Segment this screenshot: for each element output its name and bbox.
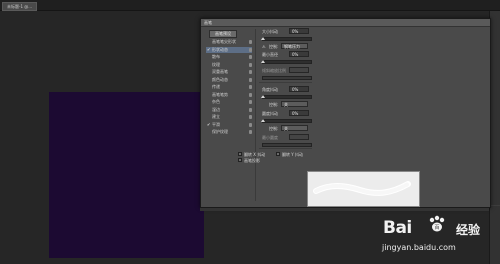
brush-setting-label: 形状动态	[212, 46, 228, 52]
paw-icon: 百	[429, 215, 445, 232]
roundness-jitter-slider[interactable]	[262, 119, 312, 123]
size-jitter-slider[interactable]	[262, 37, 312, 41]
brush-setting-label: 画笔笔势	[212, 91, 228, 97]
control-dropdown-3[interactable]: 关	[281, 125, 308, 131]
lock-icon[interactable]	[249, 62, 252, 67]
section-separator	[259, 82, 312, 83]
lock-icon[interactable]	[249, 122, 252, 127]
lock-icon[interactable]	[249, 77, 252, 82]
brush-stroke-preview	[307, 171, 420, 207]
brush-setting-label: 保护纹理	[212, 129, 228, 134]
watermark-jingyan: 经验	[456, 223, 481, 237]
panel-divider	[490, 205, 500, 206]
flip-y-label: 翻转 Y 抖动	[282, 152, 303, 157]
size-jitter-value[interactable]: 0%	[289, 28, 309, 34]
brush-setting-label: 传递	[212, 84, 220, 89]
angle-jitter-label: 角度抖动	[262, 87, 278, 92]
lock-icon[interactable]	[249, 100, 252, 104]
document-canvas[interactable]	[49, 92, 204, 258]
lock-icon[interactable]	[249, 40, 252, 44]
tilt-scale-label: 倾斜缩放比例	[262, 68, 286, 73]
brush-stroke-graphic	[313, 181, 411, 196]
min-diameter-slider-thumb[interactable]	[261, 60, 265, 63]
tilt-scale-value[interactable]	[289, 67, 309, 73]
brush-panel-title: 画笔	[204, 20, 212, 25]
control-dropdown-2[interactable]: 关	[281, 101, 308, 107]
brush-setting-item[interactable]: 杂色	[206, 99, 252, 105]
min-diameter-value[interactable]: 0%	[289, 51, 309, 57]
brush-projection-checkbox[interactable]	[238, 158, 242, 162]
flip-x-checkbox[interactable]	[238, 152, 242, 156]
min-roundness-label: 最小圆度	[262, 135, 278, 140]
watermark-logo-text: Bai	[383, 218, 412, 238]
angle-jitter-slider[interactable]	[262, 95, 312, 99]
lock-icon[interactable]	[249, 47, 252, 52]
lock-icon[interactable]	[249, 85, 252, 89]
lock-icon[interactable]	[249, 107, 252, 112]
document-tab[interactable]: 未标题-1 @...	[2, 2, 38, 11]
brush-setting-item[interactable]: 画笔笔势	[206, 92, 252, 98]
brush-setting-item[interactable]: 建立	[206, 114, 252, 120]
brush-setting-label: 纹理	[212, 61, 220, 67]
lock-icon[interactable]	[249, 70, 252, 74]
workspace-scrollbar[interactable]	[200, 208, 489, 211]
brush-setting-item[interactable]: ✔ 形状动态	[206, 46, 252, 53]
brush-presets-button[interactable]: 画笔预设	[209, 30, 237, 38]
brush-setting-label: 湿边	[212, 106, 220, 112]
brush-setting-item[interactable]: 画笔笔尖形状	[206, 39, 252, 45]
brush-setting-label: 散布	[212, 54, 220, 59]
control-label-3: 控制:	[269, 126, 279, 131]
brush-settings-list: 画笔笔尖形状 ✔ 形状动态 散布纹理双重画笔颜色动态传递画笔笔势杂色湿边建立 ✔ 平滑 保护…	[206, 39, 252, 139]
brush-setting-item[interactable]: 散布	[206, 54, 252, 60]
watermark-logo-du: 百	[434, 225, 439, 231]
brush-setting-item[interactable]: ✔ 平滑	[206, 122, 252, 128]
brush-setting-item[interactable]: 传递	[206, 84, 252, 90]
brush-setting-item[interactable]: 保护纹理	[206, 129, 252, 135]
control-label-2: 控制:	[269, 102, 279, 107]
min-roundness-value[interactable]	[289, 134, 309, 140]
angle-jitter-value[interactable]: 0%	[289, 86, 309, 92]
brush-setting-label: 双重画笔	[212, 69, 228, 74]
roundness-jitter-value[interactable]: 0%	[289, 110, 309, 116]
section-separator-2	[259, 148, 312, 149]
min-roundness-slider[interactable]	[262, 143, 312, 147]
brush-setting-label: 建立	[212, 114, 220, 119]
flip-y-checkbox[interactable]	[276, 152, 280, 156]
tilt-scale-slider[interactable]	[262, 76, 312, 80]
brush-panel: 画笔 画笔预设 画笔笔尖形状 ✔ 形状动态 散布纹理双重画笔颜色动态传递画笔笔势杂色湿…	[200, 18, 491, 208]
panel-column-divider	[255, 29, 256, 201]
control-dropdown-1[interactable]: 钢笔压力	[281, 43, 308, 49]
watermark-logo-bai: Bai	[383, 218, 412, 238]
lock-icon[interactable]	[249, 115, 252, 119]
brush-setting-item[interactable]: 颜色动态	[206, 77, 252, 83]
angle-jitter-slider-thumb[interactable]	[261, 95, 265, 98]
brush-setting-label: 画笔笔尖形状	[212, 39, 236, 44]
roundness-jitter-slider-thumb[interactable]	[261, 119, 265, 122]
warning-icon: ⚠	[262, 44, 266, 49]
document-tab-bar: 未标题-1 @...	[0, 0, 500, 11]
size-jitter-slider-thumb[interactable]	[261, 37, 265, 40]
brush-panel-titlebar[interactable]: 画笔	[201, 19, 490, 27]
lock-icon[interactable]	[249, 55, 252, 59]
min-diameter-label: 最小直径	[262, 52, 278, 57]
lock-icon[interactable]	[249, 130, 252, 134]
brush-setting-item[interactable]: 纹理	[206, 62, 252, 68]
brush-setting-label: 杂色	[212, 99, 220, 104]
watermark-url: jingyan.baidu.com	[382, 243, 456, 252]
control-label-1: 控制:	[269, 44, 279, 49]
brush-setting-label: 平滑	[212, 121, 220, 127]
brush-setting-label: 颜色动态	[212, 76, 228, 82]
min-diameter-slider[interactable]	[262, 60, 312, 64]
brush-projection-label: 画笔投影	[244, 158, 260, 163]
size-jitter-label: 大小抖动	[262, 29, 278, 34]
brush-setting-item[interactable]: 湿边	[206, 107, 252, 113]
roundness-jitter-label: 圆度抖动	[262, 111, 278, 116]
brush-setting-item[interactable]: 双重画笔	[206, 69, 252, 75]
lock-icon[interactable]	[249, 92, 252, 97]
